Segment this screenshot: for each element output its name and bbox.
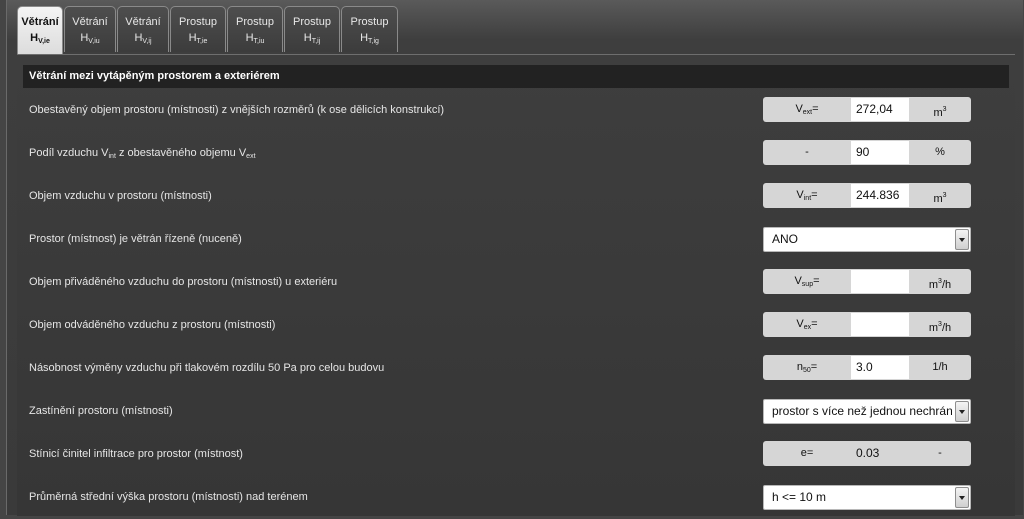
form-panel: Větrání mezi vytápěným prostorem a exter…: [17, 54, 1015, 516]
air-share-field: - %: [763, 140, 971, 165]
field-label: Prostor (místnost) je větrán řízeně (nuc…: [29, 233, 242, 245]
volume-int-field: Vint= m3: [763, 183, 971, 208]
tab-label: Prostup: [236, 16, 274, 28]
chevron-down-icon[interactable]: [955, 487, 969, 508]
tab-vetrani-hvie[interactable]: Větrání HV,ie: [17, 6, 63, 55]
supply-air-input[interactable]: [851, 270, 909, 293]
symbol-label: Vex=: [796, 318, 818, 331]
row-building-volume: Obestavěný objem prostoru (místnosti) z …: [23, 89, 1009, 132]
tab-prostup-htie[interactable]: Prostup HT,ie: [170, 6, 226, 52]
shielding-factor-value: 0.03: [851, 442, 909, 465]
tab-symbol: HT,iu: [245, 32, 265, 45]
symbol-label: Vint=: [796, 189, 818, 202]
symbol-label: Vext=: [795, 103, 819, 116]
symbol-label: n50=: [796, 361, 818, 374]
field-label: Objem přiváděného vzduchu do prostoru (m…: [29, 276, 338, 288]
volume-ext-field: Vext= m3: [763, 97, 971, 122]
chevron-down-icon[interactable]: [955, 229, 969, 250]
row-air-volume: Objem vzduchu v prostoru (místnosti) Vin…: [23, 175, 1009, 218]
app-frame: Větrání HV,ie Větrání HV,iu Větrání HV,i…: [6, 0, 1023, 516]
tab-label: Prostup: [293, 16, 331, 28]
field-label: Objem vzduchu v prostoru (místnosti): [29, 190, 212, 202]
row-exhaust-air: Objem odváděného vzduchu z prostoru (mís…: [23, 304, 1009, 347]
supply-air-field: Vsup= m3/h: [763, 269, 971, 294]
tab-symbol: HT,ij: [303, 32, 321, 45]
field-label: Objem odváděného vzduchu z prostoru (mís…: [29, 319, 276, 331]
n50-input[interactable]: [851, 356, 909, 379]
unit-label: -: [938, 447, 942, 459]
select-value: ANO: [772, 232, 799, 246]
select-value: prostor s více než jednou nechráněnou: [772, 404, 952, 418]
row-air-share: Podíl vzduchu Vint z obestavěného objemu…: [23, 132, 1009, 175]
field-label: Násobnost výměny vzduchu při tlakovém ro…: [29, 362, 385, 374]
unit-label: m3/h: [928, 278, 952, 291]
unit-label: m3: [933, 106, 947, 119]
row-supply-air: Objem přiváděného vzduchu do prostoru (m…: [23, 261, 1009, 304]
select-value: h <= 10 m: [772, 490, 827, 504]
exhaust-air-input[interactable]: [851, 313, 909, 336]
tab-symbol: HT,ig: [360, 32, 379, 45]
tab-label: Prostup: [179, 16, 217, 28]
field-label: Obestavěný objem prostoru (místnosti) z …: [29, 104, 445, 116]
tab-symbol: HV,ie: [30, 32, 50, 45]
field-label: Stínicí činitel infiltrace pro prostor (…: [29, 448, 243, 460]
unit-label: 1/h: [932, 361, 948, 373]
air-share-input[interactable]: [851, 141, 909, 164]
field-label: Podíl vzduchu Vint z obestavěného objemu…: [29, 147, 256, 160]
tab-prostup-htig[interactable]: Prostup HT,ig: [341, 6, 398, 52]
row-forced-ventilation: Prostor (místnost) je větrán řízeně (nuc…: [23, 218, 1009, 261]
tab-prostup-htij[interactable]: Prostup HT,ij: [284, 6, 340, 52]
tab-prostup-htiu[interactable]: Prostup HT,iu: [227, 6, 283, 52]
field-label: Průměrná střední výška prostoru (místnos…: [29, 491, 308, 503]
volume-int-input[interactable]: [851, 184, 909, 207]
row-shielding-factor: Stínicí činitel infiltrace pro prostor (…: [23, 433, 1009, 476]
tab-symbol: HT,ie: [188, 32, 208, 45]
symbol-label: -: [805, 146, 809, 158]
mean-height-select[interactable]: h <= 10 m: [763, 485, 971, 510]
shielding-select[interactable]: prostor s více než jednou nechráněnou: [763, 399, 971, 424]
tab-vetrani-hvij[interactable]: Větrání HV,ij: [117, 6, 169, 52]
tab-label: Větrání: [125, 16, 161, 28]
tab-label: Větrání: [21, 16, 59, 28]
tab-label: Prostup: [350, 16, 389, 28]
field-label: Zastínění prostoru (místnosti): [29, 405, 173, 417]
exhaust-air-field: Vex= m3/h: [763, 312, 971, 337]
n50-field: n50= 1/h: [763, 355, 971, 380]
shielding-factor-field: e= 0.03 -: [763, 441, 971, 466]
unit-label: %: [935, 146, 945, 158]
row-shielding: Zastínění prostoru (místnosti) prostor s…: [23, 390, 1009, 433]
chevron-down-icon[interactable]: [955, 401, 969, 422]
tab-vetrani-hviu[interactable]: Větrání HV,iu: [64, 6, 116, 52]
unit-label: m3: [933, 192, 947, 205]
tab-symbol: HV,ij: [134, 32, 152, 45]
row-air-change-rate: Násobnost výměny vzduchu při tlakovém ro…: [23, 347, 1009, 390]
volume-ext-input[interactable]: [851, 98, 909, 121]
tab-symbol: HV,iu: [80, 32, 100, 45]
forced-ventilation-select[interactable]: ANO: [763, 227, 971, 252]
row-mean-height: Průměrná střední výška prostoru (místnos…: [23, 476, 1009, 519]
unit-label: m3/h: [928, 321, 952, 334]
symbol-label: e=: [800, 447, 814, 459]
tab-label: Větrání: [72, 16, 108, 28]
section-title: Větrání mezi vytápěným prostorem a exter…: [23, 65, 1009, 88]
symbol-label: Vsup=: [794, 275, 820, 288]
